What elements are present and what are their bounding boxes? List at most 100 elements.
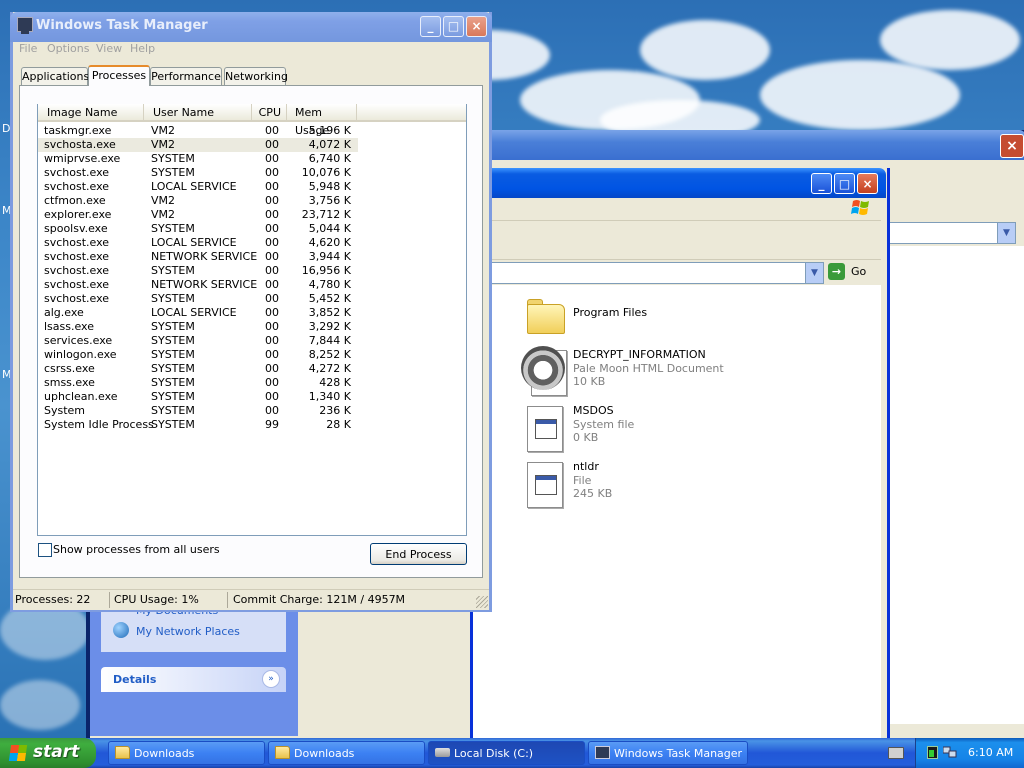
process-user-name: SYSTEM bbox=[151, 418, 195, 431]
table-row[interactable]: explorer.exe VM2 00 23,712 K bbox=[38, 208, 358, 222]
taskbar-button-local-disk[interactable]: Local Disk (C:) bbox=[428, 741, 585, 765]
table-row[interactable]: services.exe SYSTEM 00 7,844 K bbox=[38, 334, 358, 348]
process-image-name: svchost.exe bbox=[44, 250, 110, 263]
file-name: Program Files bbox=[573, 306, 648, 319]
tab-networking[interactable]: Networking bbox=[224, 67, 288, 85]
table-row[interactable]: svchost.exe LOCAL SERVICE 00 4,620 K bbox=[38, 236, 358, 250]
keyboard-icon[interactable] bbox=[888, 747, 904, 759]
chevron-down-icon[interactable]: ▼ bbox=[997, 223, 1015, 243]
process-image-name: alg.exe bbox=[44, 306, 84, 319]
table-row[interactable]: ctfmon.exe VM2 00 3,756 K bbox=[38, 194, 358, 208]
end-process-button[interactable]: End Process bbox=[370, 543, 467, 565]
expand-chevron-icon[interactable]: » bbox=[262, 670, 280, 688]
table-row[interactable]: svchost.exe SYSTEM 00 5,452 K bbox=[38, 292, 358, 306]
windows-logo-icon bbox=[851, 200, 869, 215]
menu-view[interactable]: View bbox=[96, 42, 122, 55]
system-file-icon bbox=[525, 404, 565, 452]
start-label: start bbox=[33, 742, 80, 762]
file-item[interactable]: DECRYPT_INFORMATION Pale Moon HTML Docum… bbox=[521, 346, 825, 400]
process-cpu: 00 bbox=[265, 292, 279, 305]
windows-logo-icon bbox=[8, 745, 28, 761]
maximize-button[interactable]: □ bbox=[834, 173, 855, 194]
menu-file[interactable]: File bbox=[19, 42, 37, 55]
process-mem-usage: 16,956 K bbox=[301, 264, 351, 277]
chevron-down-icon[interactable]: ▼ bbox=[805, 263, 823, 283]
process-mem-usage: 5,948 K bbox=[308, 180, 351, 193]
file-item[interactable]: Program Files bbox=[525, 294, 825, 346]
address-bar-input[interactable]: ▼ bbox=[476, 262, 824, 284]
background-address-bar[interactable]: ▼ bbox=[884, 222, 1016, 244]
process-mem-usage: 10,076 K bbox=[301, 166, 351, 179]
table-row[interactable]: smss.exe SYSTEM 00 428 K bbox=[38, 376, 358, 390]
table-row[interactable]: System SYSTEM 00 236 K bbox=[38, 404, 358, 418]
process-mem-usage: 4,272 K bbox=[308, 362, 351, 375]
table-row[interactable]: alg.exe LOCAL SERVICE 00 3,852 K bbox=[38, 306, 358, 320]
process-image-name: ctfmon.exe bbox=[44, 194, 106, 207]
explorer-menubar bbox=[473, 198, 881, 221]
file-item[interactable]: ntldr File 245 KB bbox=[525, 460, 825, 512]
menu-options[interactable]: Options bbox=[47, 42, 89, 55]
process-cpu: 00 bbox=[265, 334, 279, 347]
task-pane-my-network-places-link[interactable]: My Network Places bbox=[136, 625, 240, 638]
taskbar-button-downloads[interactable]: Downloads bbox=[108, 741, 265, 765]
table-row[interactable]: svchost.exe LOCAL SERVICE 00 5,948 K bbox=[38, 180, 358, 194]
checkbox-box[interactable] bbox=[38, 543, 52, 557]
table-row[interactable]: winlogon.exe SYSTEM 00 8,252 K bbox=[38, 348, 358, 362]
process-image-name: spoolsv.exe bbox=[44, 222, 108, 235]
taskbar-button-task-manager[interactable]: Windows Task Manager bbox=[588, 741, 748, 765]
tab-applications[interactable]: Applications bbox=[21, 67, 89, 85]
minimize-button[interactable]: _ bbox=[811, 173, 832, 194]
process-user-name: SYSTEM bbox=[151, 376, 195, 389]
taskbar-button-label: Downloads bbox=[294, 747, 355, 760]
process-user-name: VM2 bbox=[151, 124, 176, 137]
menu-help[interactable]: Help bbox=[130, 42, 155, 55]
column-header-image-name[interactable]: Image Name bbox=[38, 104, 144, 122]
column-header-cpu[interactable]: CPU bbox=[252, 104, 287, 122]
table-row[interactable]: svchost.exe SYSTEM 00 16,956 K bbox=[38, 264, 358, 278]
process-user-name: SYSTEM bbox=[151, 348, 195, 361]
process-user-name: SYSTEM bbox=[151, 152, 195, 165]
file-name: DECRYPT_INFORMATION bbox=[573, 348, 706, 361]
table-row[interactable]: System Idle Process SYSTEM 99 28 K bbox=[38, 418, 358, 432]
tab-performance[interactable]: Performance bbox=[150, 67, 222, 85]
table-row[interactable]: svchost.exe SYSTEM 00 10,076 K bbox=[38, 166, 358, 180]
table-row[interactable]: svchost.exe NETWORK SERVICE 00 4,780 K bbox=[38, 278, 358, 292]
process-mem-usage: 4,780 K bbox=[308, 278, 351, 291]
table-row[interactable]: lsass.exe SYSTEM 00 3,292 K bbox=[38, 320, 358, 334]
process-mem-usage: 5,196 K bbox=[308, 124, 351, 137]
details-panel-header[interactable]: Details » bbox=[101, 667, 286, 692]
minimize-button[interactable]: _ bbox=[420, 16, 441, 37]
network-places-icon bbox=[113, 622, 129, 638]
folder-icon bbox=[115, 746, 130, 759]
column-header-user-name[interactable]: User Name bbox=[144, 104, 252, 122]
process-user-name: SYSTEM bbox=[151, 166, 195, 179]
resize-grip-icon[interactable] bbox=[476, 596, 488, 608]
background-window-close-button[interactable]: × bbox=[1000, 134, 1024, 158]
process-mem-usage: 7,844 K bbox=[308, 334, 351, 347]
process-mem-usage: 3,944 K bbox=[308, 250, 351, 263]
taskbar-button-label: Local Disk (C:) bbox=[454, 747, 534, 760]
tab-processes[interactable]: Processes bbox=[88, 65, 150, 86]
taskbar-button-downloads[interactable]: Downloads bbox=[268, 741, 425, 765]
process-mem-usage: 5,044 K bbox=[308, 222, 351, 235]
close-button[interactable]: × bbox=[466, 16, 487, 37]
process-image-name: uphclean.exe bbox=[44, 390, 118, 403]
file-size: 0 KB bbox=[573, 431, 599, 444]
table-row[interactable]: wmiprvse.exe SYSTEM 00 6,740 K bbox=[38, 152, 358, 166]
table-row[interactable]: taskmgr.exe VM2 00 5,196 K bbox=[38, 124, 358, 138]
table-row[interactable]: uphclean.exe SYSTEM 00 1,340 K bbox=[38, 390, 358, 404]
table-row[interactable]: svchost.exe NETWORK SERVICE 00 3,944 K bbox=[38, 250, 358, 264]
close-button[interactable]: × bbox=[857, 173, 878, 194]
column-header-mem-usage[interactable]: Mem Usage bbox=[287, 104, 357, 137]
process-image-name: winlogon.exe bbox=[44, 348, 117, 361]
maximize-button[interactable]: □ bbox=[443, 16, 464, 37]
process-user-name: SYSTEM bbox=[151, 222, 195, 235]
go-button[interactable]: → Go bbox=[828, 263, 872, 281]
clock[interactable]: 6:10 AM bbox=[968, 746, 1013, 759]
table-row[interactable]: svchosta.exe VM2 00 4,072 K bbox=[38, 138, 358, 152]
table-row[interactable]: spoolsv.exe SYSTEM 00 5,044 K bbox=[38, 222, 358, 236]
file-item[interactable]: MSDOS System file 0 KB bbox=[525, 404, 825, 456]
table-row[interactable]: csrss.exe SYSTEM 00 4,272 K bbox=[38, 362, 358, 376]
network-icon[interactable] bbox=[943, 746, 957, 758]
cpu-meter-icon[interactable] bbox=[927, 746, 938, 759]
